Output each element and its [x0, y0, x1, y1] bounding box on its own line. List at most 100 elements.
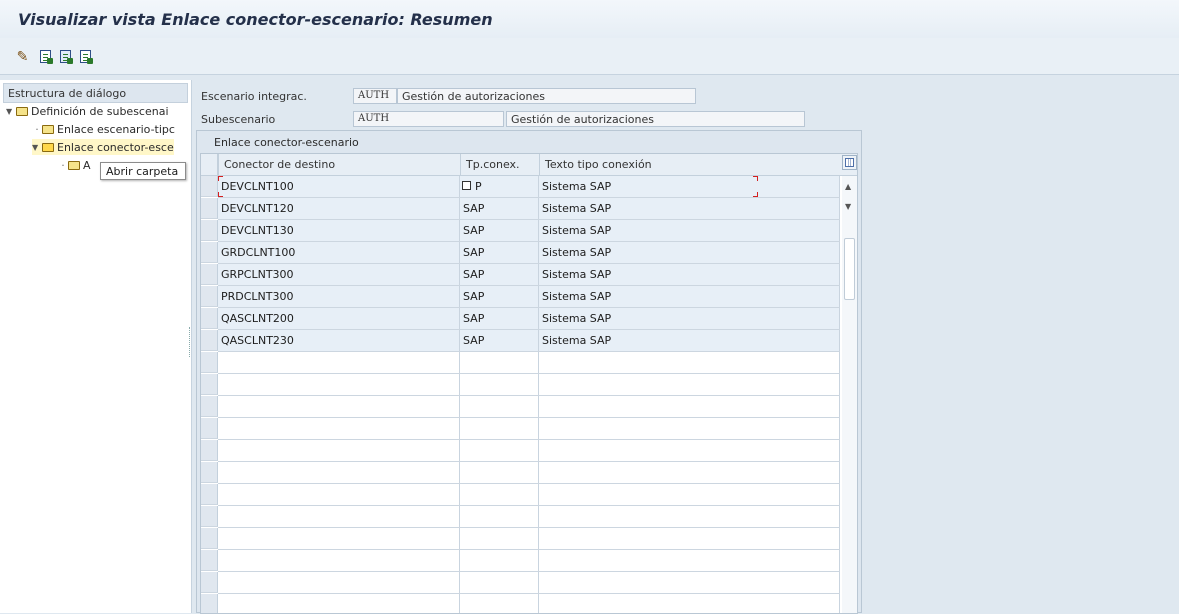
- cell-tipo[interactable]: SAP: [460, 308, 539, 329]
- cell-tipo[interactable]: [460, 506, 539, 527]
- cell-conector[interactable]: [218, 484, 460, 505]
- cell-texto[interactable]: Sistema SAP: [539, 220, 840, 241]
- cell-texto[interactable]: [539, 506, 840, 527]
- row-selector[interactable]: [201, 308, 218, 329]
- cell-tipo[interactable]: [460, 550, 539, 571]
- pane-splitter[interactable]: [189, 327, 193, 357]
- cell-conector[interactable]: [218, 528, 460, 549]
- cell-conector[interactable]: PRDCLNT300: [218, 286, 460, 307]
- cell-tipo[interactable]: [460, 440, 539, 461]
- cell-tipo[interactable]: SAP: [460, 198, 539, 219]
- column-settings-icon[interactable]: [842, 155, 857, 170]
- cell-texto[interactable]: Sistema SAP: [539, 330, 840, 351]
- tree-item-enlace-escenario[interactable]: · Enlace escenario-tipc: [32, 121, 175, 137]
- table-row[interactable]: [218, 352, 840, 374]
- table-row[interactable]: GRPCLNT300 SAP Sistema SAP: [218, 264, 840, 286]
- cell-conector[interactable]: [218, 550, 460, 571]
- cell-conector[interactable]: QASCLNT200: [218, 308, 460, 329]
- escenario-code-field[interactable]: AUTH: [353, 88, 397, 104]
- cell-texto[interactable]: Sistema SAP: [539, 286, 840, 307]
- document-icon[interactable]: [78, 49, 93, 64]
- cell-texto[interactable]: [539, 594, 840, 613]
- escenario-text-field[interactable]: Gestión de autorizaciones: [397, 88, 696, 104]
- cell-conector[interactable]: [218, 572, 460, 593]
- cell-tipo[interactable]: [460, 396, 539, 417]
- table-row[interactable]: [218, 594, 840, 613]
- row-selector[interactable]: [201, 330, 218, 351]
- cell-conector[interactable]: [218, 418, 460, 439]
- table-row[interactable]: DEVCLNT100 P Sistema SAP: [218, 176, 840, 198]
- cell-texto[interactable]: [539, 374, 840, 395]
- cell-texto[interactable]: Sistema SAP: [539, 308, 840, 329]
- cell-texto[interactable]: [539, 418, 840, 439]
- cell-conector[interactable]: [218, 506, 460, 527]
- table-row[interactable]: [218, 550, 840, 572]
- cell-texto[interactable]: Sistema SAP: [539, 242, 840, 263]
- table-row[interactable]: DEVCLNT120 SAP Sistema SAP: [218, 198, 840, 220]
- expand-triangle-icon[interactable]: ▼: [6, 107, 16, 116]
- row-selector[interactable]: [201, 506, 218, 527]
- cell-conector[interactable]: GRDCLNT100: [218, 242, 460, 263]
- cell-tipo[interactable]: [460, 418, 539, 439]
- document-icon[interactable]: [38, 49, 53, 64]
- cell-texto[interactable]: Sistema SAP: [539, 176, 840, 197]
- row-selector[interactable]: [201, 572, 218, 593]
- table-row[interactable]: [218, 506, 840, 528]
- cell-tipo[interactable]: [460, 572, 539, 593]
- cell-tipo[interactable]: [460, 462, 539, 483]
- table-row[interactable]: QASCLNT230 SAP Sistema SAP: [218, 330, 840, 352]
- row-selector[interactable]: [201, 528, 218, 549]
- cell-conector[interactable]: GRPCLNT300: [218, 264, 460, 285]
- cell-conector[interactable]: DEVCLNT100: [218, 176, 460, 197]
- column-header-conector[interactable]: Conector de destino: [218, 154, 460, 175]
- cell-texto[interactable]: [539, 528, 840, 549]
- cell-tipo[interactable]: SAP: [460, 286, 539, 307]
- cell-texto[interactable]: [539, 462, 840, 483]
- cell-tipo[interactable]: [460, 484, 539, 505]
- row-selector[interactable]: [201, 550, 218, 571]
- cell-conector[interactable]: DEVCLNT120: [218, 198, 460, 219]
- row-selector[interactable]: [201, 594, 218, 613]
- cell-conector[interactable]: [218, 594, 460, 613]
- row-selector[interactable]: [201, 484, 218, 505]
- tree-item-child[interactable]: · A: [58, 157, 90, 173]
- scroll-down-icon[interactable]: ▼: [845, 202, 851, 211]
- cell-conector[interactable]: [218, 352, 460, 373]
- cell-texto[interactable]: [539, 550, 840, 571]
- row-selector[interactable]: [201, 176, 218, 197]
- cell-tipo[interactable]: SAP: [460, 220, 539, 241]
- cell-texto[interactable]: [539, 396, 840, 417]
- row-selector[interactable]: [201, 286, 218, 307]
- tree-item-definicion[interactable]: ▼ Definición de subescenai: [6, 103, 169, 119]
- row-selector[interactable]: [201, 242, 218, 263]
- subescenario-code-field[interactable]: AUTH: [353, 111, 504, 127]
- cell-tipo[interactable]: [460, 374, 539, 395]
- row-selector[interactable]: [201, 374, 218, 395]
- scroll-up-icon[interactable]: ▲: [845, 182, 851, 191]
- row-selector[interactable]: [201, 220, 218, 241]
- change-glasses-icon[interactable]: ✎: [15, 49, 30, 65]
- scroll-thumb[interactable]: [844, 238, 855, 300]
- cell-tipo[interactable]: SAP: [460, 330, 539, 351]
- row-selector[interactable]: [201, 462, 218, 483]
- row-selector[interactable]: [201, 352, 218, 373]
- cell-texto[interactable]: [539, 440, 840, 461]
- cell-conector[interactable]: [218, 462, 460, 483]
- table-row[interactable]: DEVCLNT130 SAP Sistema SAP: [218, 220, 840, 242]
- document-icon[interactable]: [58, 49, 73, 64]
- subescenario-text-field[interactable]: Gestión de autorizaciones: [506, 111, 805, 127]
- cell-conector[interactable]: [218, 374, 460, 395]
- cell-texto[interactable]: [539, 352, 840, 373]
- table-row[interactable]: QASCLNT200 SAP Sistema SAP: [218, 308, 840, 330]
- cell-texto[interactable]: Sistema SAP: [539, 264, 840, 285]
- row-selector[interactable]: [201, 418, 218, 439]
- table-row[interactable]: [218, 374, 840, 396]
- cell-tipo[interactable]: [460, 528, 539, 549]
- select-all-cell[interactable]: [201, 154, 218, 175]
- cell-tipo[interactable]: [460, 352, 539, 373]
- cell-conector[interactable]: [218, 440, 460, 461]
- table-row[interactable]: [218, 418, 840, 440]
- cell-conector[interactable]: DEVCLNT130: [218, 220, 460, 241]
- table-row[interactable]: PRDCLNT300 SAP Sistema SAP: [218, 286, 840, 308]
- row-selector[interactable]: [201, 396, 218, 417]
